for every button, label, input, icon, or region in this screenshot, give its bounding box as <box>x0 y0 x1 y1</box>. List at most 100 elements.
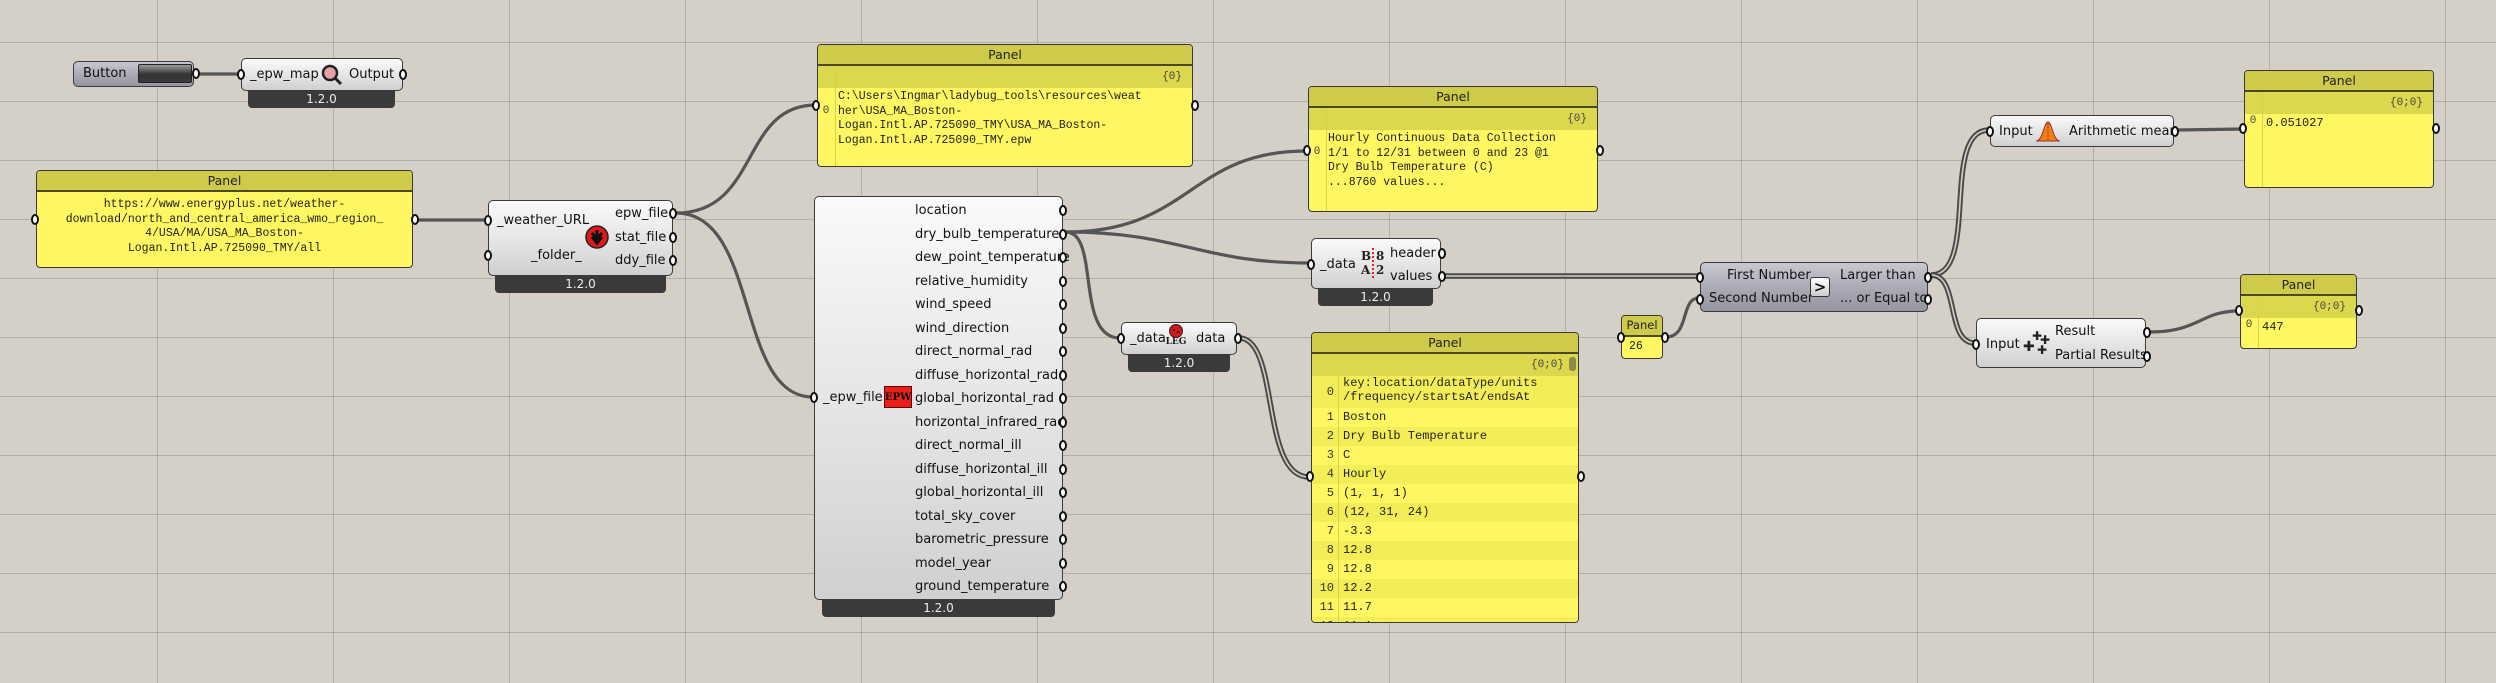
leg-icon-text: LEG <box>1165 337 1187 347</box>
result-panel-output-port[interactable] <box>2355 305 2363 316</box>
output-label-relative-humidity: relative_humidity <box>915 273 1028 289</box>
threshold-panel[interactable]: Panel 26 <box>1621 315 1663 359</box>
data-panel-input-port[interactable] <box>1306 471 1314 482</box>
version-badge: 1.2.0 <box>495 276 666 293</box>
import-epw-component[interactable]: _epw_file EPW location dry_bulb_temperatu… <box>810 196 1070 600</box>
output-port-relative-humidity[interactable] <box>1059 275 1067 287</box>
download-weather-component[interactable]: _weather_URL _folder_ epw_file stat_file… <box>484 200 677 276</box>
item-index: 11 <box>1312 598 1339 617</box>
output-port-ground-temperature[interactable] <box>1059 581 1067 592</box>
input-port[interactable] <box>237 69 245 80</box>
scrollbar-thumb[interactable] <box>1569 357 1576 371</box>
output-port-epw-file[interactable] <box>669 208 677 219</box>
panel-title: Panel <box>1622 316 1662 337</box>
item-value: (12, 31, 24) <box>1343 505 1430 519</box>
output-port-horizontal-infrared-rad[interactable] <box>1059 416 1067 428</box>
data-list-panel[interactable]: Panel {0;0} 0key:location/dataType/units… <box>1311 332 1579 623</box>
input-port-first[interactable] <box>1696 272 1704 283</box>
input-port[interactable] <box>1986 126 1994 137</box>
path-panel-output-port[interactable] <box>1191 100 1199 111</box>
larger-than-component[interactable]: First Number Second Number > Larger than… <box>1696 262 1932 312</box>
output-port-ddy-file[interactable] <box>669 255 677 266</box>
hourly-panel-output-port[interactable] <box>1596 145 1604 156</box>
bell-curve-icon <box>2035 120 2061 142</box>
threshold-output-port[interactable] <box>1661 332 1669 343</box>
input-port[interactable] <box>1307 259 1315 270</box>
output-port-model-year[interactable] <box>1059 557 1067 569</box>
epw-map-component[interactable]: _epw_map Output <box>237 58 407 91</box>
output-port-equal[interactable] <box>1924 294 1932 305</box>
output-port-header[interactable] <box>1438 248 1446 259</box>
list-item: 4 Hourly <box>1312 465 1578 484</box>
output-port-diffuse-horizontal-rad[interactable] <box>1059 369 1067 381</box>
output-port-wind-speed[interactable] <box>1059 299 1067 310</box>
output-port-dew-point-temperature[interactable] <box>1059 252 1067 263</box>
output-port[interactable] <box>1234 333 1242 344</box>
epw-path-panel[interactable]: Panel {0} 0 C:\Users\Ingmar\ladybug_tool… <box>817 44 1193 167</box>
item-index: 0 <box>2249 115 2257 127</box>
output-port-stat-file[interactable] <box>669 232 677 243</box>
output-port-larger[interactable] <box>1924 272 1932 283</box>
output-port-direct-normal-rad[interactable] <box>1059 346 1067 357</box>
list-item: 2 Dry Bulb Temperature <box>1312 427 1578 446</box>
list-item: 1 Boston <box>1312 408 1578 427</box>
average-component[interactable]: Input Arithmetic mean <box>1986 115 2179 147</box>
output-port-dry-bulb-temperature[interactable] <box>1059 228 1067 240</box>
panel-title: Panel <box>2241 275 2356 296</box>
output-port-diffuse-horizontal-ill[interactable] <box>1059 463 1067 475</box>
output-port[interactable] <box>192 68 200 79</box>
input-label: _data <box>1130 331 1166 346</box>
deconstruct-icon: BA 82 <box>1361 248 1385 278</box>
data-rows: 0key:location/dataType/units /frequency/… <box>1312 376 1578 622</box>
panel-title: Panel <box>1312 333 1578 354</box>
mean-panel-output-port[interactable] <box>2432 123 2440 134</box>
item-index: 9 <box>1312 560 1339 579</box>
item-index: 1 <box>1312 408 1339 427</box>
item-index: 0 <box>822 105 830 117</box>
output-port-barometric-pressure[interactable] <box>1059 534 1067 545</box>
output-port-values[interactable] <box>1438 271 1446 282</box>
output-port-result[interactable] <box>2143 327 2151 338</box>
deconstruct-data-component[interactable]: _data BA 82 header values <box>1307 238 1446 289</box>
mean-result-panel[interactable]: Panel {0;0} 0 0.051027 <box>2244 70 2434 188</box>
data-panel-output-port[interactable] <box>1577 471 1585 482</box>
output-label-header: header <box>1390 246 1436 261</box>
item-index: 12 <box>1312 617 1339 622</box>
hourly-panel-input-port[interactable] <box>1303 145 1311 156</box>
threshold-input-port[interactable] <box>1617 332 1625 343</box>
mean-panel-input-port[interactable] <box>2239 123 2247 134</box>
item-index: 8 <box>1312 541 1339 560</box>
button-component[interactable]: Button <box>73 61 200 87</box>
output-port[interactable] <box>2171 126 2179 137</box>
url-panel-input-port[interactable] <box>31 214 39 225</box>
panel-title: Panel <box>2245 71 2433 92</box>
url-panel-output-port[interactable] <box>411 214 419 225</box>
output-port-direct-normal-ill[interactable] <box>1059 440 1067 451</box>
mass-addition-component[interactable]: Input ✚ ✚ ✚ ✚ Result Partial Results <box>1972 318 2151 368</box>
ladybug-icon: LEG <box>1163 324 1189 354</box>
output-label-model-year: model_year <box>915 555 991 571</box>
input-port-weather-url[interactable] <box>484 215 492 226</box>
panel-path: {0} <box>818 66 1192 88</box>
hourly-data-panel[interactable]: Panel {0} 0 Hourly Continuous Data Colle… <box>1308 86 1598 212</box>
input-port-second[interactable] <box>1696 294 1704 305</box>
leg-component[interactable]: _data LEG data <box>1117 322 1242 355</box>
input-port[interactable] <box>1117 333 1125 344</box>
output-port-partial[interactable] <box>2143 351 2151 362</box>
button-switch[interactable] <box>138 64 192 83</box>
output-label-direct-normal-rad: direct_normal_rad <box>915 344 1033 359</box>
input-port-epw-file[interactable] <box>810 392 818 403</box>
output-port-total-sky-cover[interactable] <box>1059 510 1067 522</box>
input-port-folder[interactable] <box>484 250 492 261</box>
output-port-location[interactable] <box>1059 205 1067 216</box>
item-value: C <box>1343 448 1351 462</box>
path-panel-input-port[interactable] <box>812 100 820 111</box>
input-port[interactable] <box>1972 339 1980 350</box>
result-panel-input-port[interactable] <box>2235 305 2243 316</box>
output-port-wind-direction[interactable] <box>1059 322 1067 334</box>
url-panel[interactable]: Panel https://www.energyplus.net/weather… <box>36 170 413 268</box>
output-port-global-horizontal-ill[interactable] <box>1059 487 1067 498</box>
output-port[interactable] <box>399 69 407 80</box>
output-port-global-horizontal-rad[interactable] <box>1059 393 1067 404</box>
sum-result-panel[interactable]: Panel {0;0} 0 447 <box>2240 274 2357 349</box>
